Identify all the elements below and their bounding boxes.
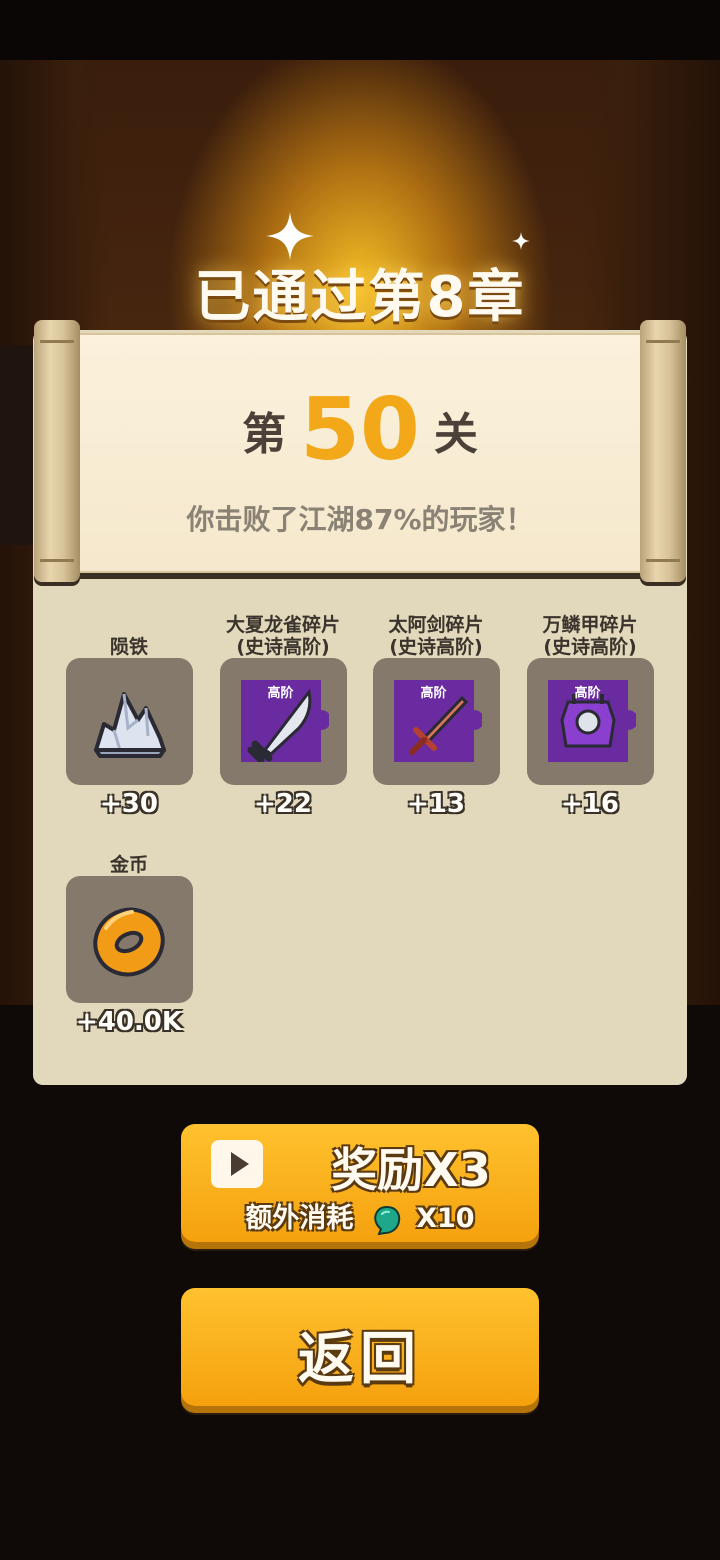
reward-amount: +13 xyxy=(407,789,465,819)
play-video-icon xyxy=(211,1140,263,1188)
level-prefix: 第 xyxy=(242,409,287,460)
tier-badge: 高阶 xyxy=(267,686,294,701)
reward-icon-frame xyxy=(65,658,193,785)
reward-item-dragon-sparrow-shard[interactable]: 大夏龙雀碎片 (史诗高阶) 高阶 +22 xyxy=(208,614,358,819)
sparkle-small-icon xyxy=(512,232,530,250)
back-button-label: 返回 xyxy=(298,1327,422,1392)
reward-item-meteor-iron[interactable]: 陨铁 +30 xyxy=(54,614,204,819)
ad-reward-label: 奖励X3 xyxy=(331,1143,491,1197)
level-suffix: 关 xyxy=(433,409,478,460)
reward-item-gold-coin[interactable]: 金币 +40.0K xyxy=(54,832,204,1037)
beat-players-text: 你击败了江湖87%的玩家！ xyxy=(186,503,534,536)
reward-icon-frame xyxy=(65,876,193,1003)
jade-gem-icon xyxy=(374,1205,400,1235)
reward-amount: +16 xyxy=(561,789,619,819)
reward-name: 金币 xyxy=(109,854,148,876)
reward-item-scale-armor-shard[interactable]: 万鳞甲碎片 (史诗高阶) 高阶 +16 xyxy=(515,614,665,819)
reward-amount: +30 xyxy=(100,789,158,819)
reward-name: 万鳞甲碎片 (史诗高阶) xyxy=(542,614,638,658)
meteor-iron-crystal-icon xyxy=(93,692,166,758)
level-display: 第 50 关 xyxy=(0,380,720,480)
status-bar xyxy=(0,0,720,60)
chapter-cleared-title: 已通过第8章 xyxy=(194,265,526,330)
reward-name: 太阿剑碎片 (史诗高阶) xyxy=(388,614,484,658)
reward-amount: +40.0K xyxy=(75,1007,183,1037)
ad-cost-amount: X10 xyxy=(416,1203,475,1234)
reward-icon-frame: 高阶 xyxy=(526,658,654,785)
reward-amount: +22 xyxy=(254,789,312,819)
gold-coin-icon xyxy=(92,907,165,977)
reward-name: 陨铁 xyxy=(109,636,148,658)
level-number: 50 xyxy=(300,380,420,480)
ad-cost-label: 额外消耗 xyxy=(245,1203,354,1234)
tier-badge: 高阶 xyxy=(574,686,601,701)
reward-item-taia-sword-shard[interactable]: 太阿剑碎片 (史诗高阶) 高阶 +13 xyxy=(361,614,511,819)
reward-icon-frame: 高阶 xyxy=(219,658,347,785)
tier-badge: 高阶 xyxy=(420,686,447,701)
triple-reward-ad-button[interactable]: 奖励X3 额外消耗 X10 xyxy=(181,1124,539,1242)
ad-cost-row: 额外消耗 X10 xyxy=(181,1196,539,1235)
reward-icon-frame: 高阶 xyxy=(372,658,500,785)
reward-name: 大夏龙雀碎片 (史诗高阶) xyxy=(225,614,340,658)
back-button[interactable]: 返回 xyxy=(181,1288,539,1406)
